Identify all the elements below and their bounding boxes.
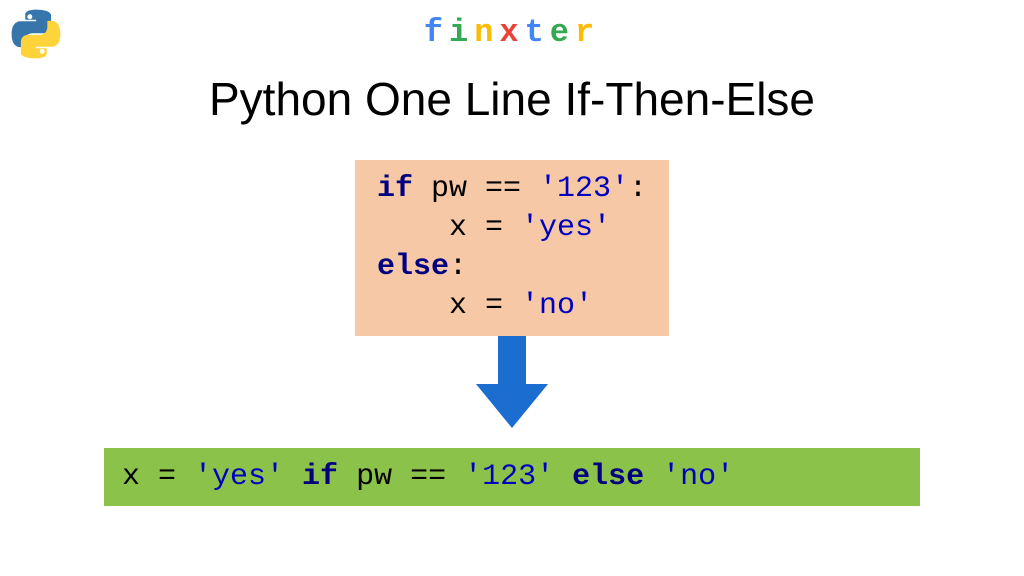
logo-char: n <box>474 14 499 51</box>
code-text: : <box>449 250 467 284</box>
page-title: Python One Line If-Then-Else <box>209 72 815 126</box>
keyword-if: if <box>377 172 413 206</box>
code-text <box>554 460 572 494</box>
string-literal: '123' <box>539 172 629 206</box>
code-text: : <box>629 172 647 206</box>
code-text <box>284 460 302 494</box>
string-literal: 'yes' <box>194 460 284 494</box>
keyword-else: else <box>377 250 449 284</box>
code-text: pw == <box>413 172 539 206</box>
keyword-else: else <box>572 460 644 494</box>
code-block-oneline: x = 'yes' if pw == '123' else 'no' <box>104 448 920 506</box>
string-literal: '123' <box>464 460 554 494</box>
string-literal: 'no' <box>662 460 734 494</box>
logo-char: e <box>550 14 575 51</box>
finxter-logo: finxter <box>424 14 600 51</box>
python-logo-icon <box>10 8 62 65</box>
keyword-if: if <box>302 460 338 494</box>
logo-char: r <box>575 14 600 51</box>
string-literal: 'no' <box>521 289 593 323</box>
arrow-down-icon <box>476 336 548 433</box>
logo-char: t <box>525 14 550 51</box>
code-text: x = <box>377 211 521 245</box>
string-literal: 'yes' <box>521 211 611 245</box>
logo-char: i <box>449 14 474 51</box>
code-text: x = <box>122 460 194 494</box>
logo-char: x <box>499 14 524 51</box>
code-text <box>644 460 662 494</box>
code-text: x = <box>377 289 521 323</box>
code-block-multiline: if pw == '123': x = 'yes' else: x = 'no' <box>355 160 669 336</box>
logo-char: f <box>424 14 449 51</box>
code-text: pw == <box>338 460 464 494</box>
